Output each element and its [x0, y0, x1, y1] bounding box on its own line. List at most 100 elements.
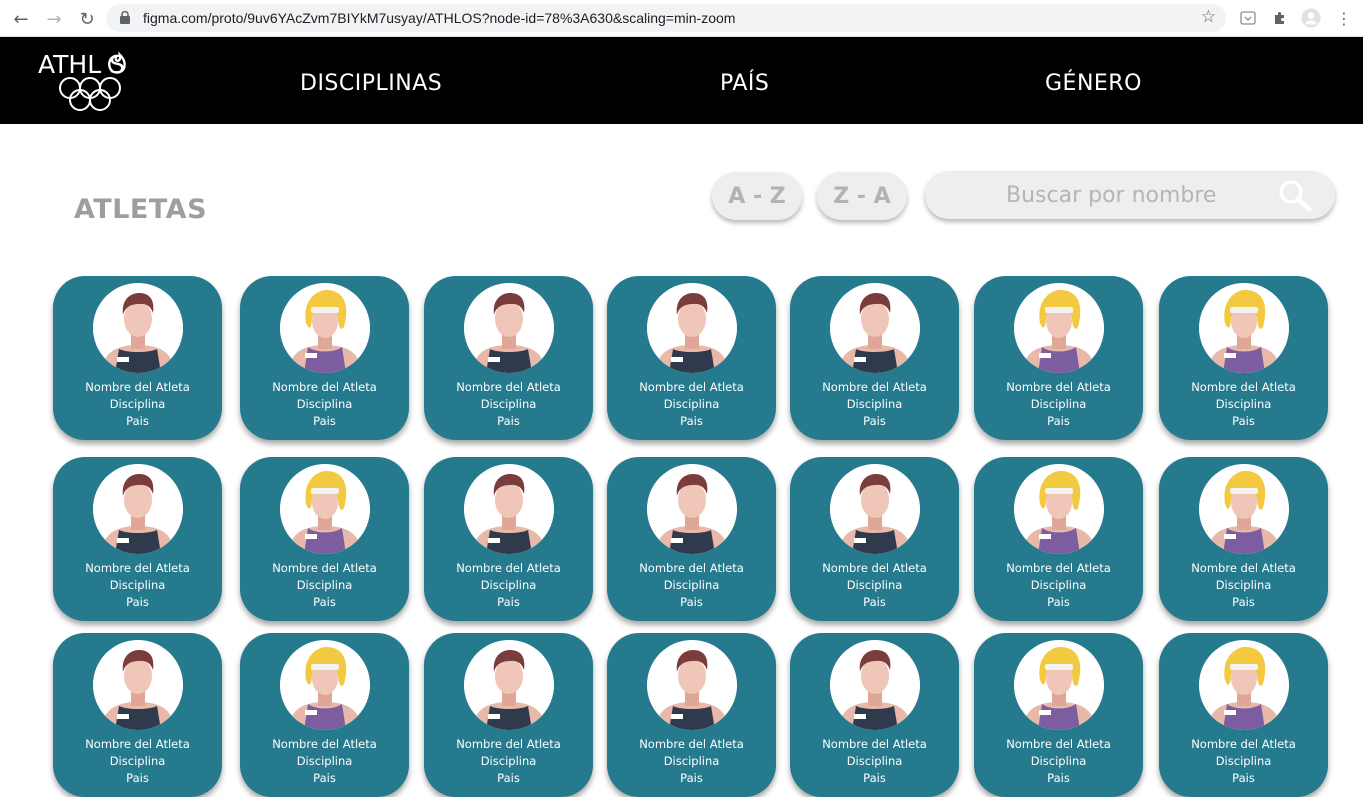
athlete-name: Nombre del Atleta [272, 380, 377, 394]
athlete-name: Nombre del Atleta [1006, 380, 1111, 394]
athlete-card[interactable]: Nombre del Atleta Disciplina Pais [53, 276, 222, 440]
athlete-name: Nombre del Atleta [1006, 737, 1111, 751]
athlete-country: Pais [680, 595, 703, 609]
male-athlete-avatar [647, 283, 737, 373]
athlete-country: Pais [126, 595, 149, 609]
athlete-country: Pais [313, 771, 336, 785]
athlete-name: Nombre del Atleta [456, 561, 561, 575]
athlete-name: Nombre del Atleta [1191, 561, 1296, 575]
athlete-country: Pais [1232, 414, 1255, 428]
athlete-country: Pais [1232, 771, 1255, 785]
athlete-discipline: Disciplina [296, 754, 353, 768]
athlete-discipline: Disciplina [846, 578, 903, 592]
male-athlete-avatar [830, 640, 920, 730]
athlete-card[interactable]: Nombre del Atleta Disciplina Pais [424, 276, 593, 440]
athlete-name: Nombre del Atleta [456, 380, 561, 394]
athlete-discipline: Disciplina [1030, 578, 1087, 592]
athlete-card[interactable]: Nombre del Atleta Disciplina Pais [607, 633, 776, 797]
athlete-name: Nombre del Atleta [85, 380, 190, 394]
athlete-name: Nombre del Atleta [1191, 737, 1296, 751]
athlete-discipline: Disciplina [663, 578, 720, 592]
female-athlete-avatar [1199, 640, 1289, 730]
athlete-name: Nombre del Atleta [822, 561, 927, 575]
athlete-discipline: Disciplina [1215, 754, 1272, 768]
athlete-country: Pais [497, 595, 520, 609]
female-athlete-avatar [1014, 283, 1104, 373]
athlete-name: Nombre del Atleta [1006, 561, 1111, 575]
athlete-discipline: Disciplina [109, 397, 166, 411]
female-athlete-avatar [1014, 464, 1104, 554]
athlete-discipline: Disciplina [1215, 578, 1272, 592]
athlete-country: Pais [1047, 414, 1070, 428]
athlete-name: Nombre del Atleta [272, 737, 377, 751]
athlete-card[interactable]: Nombre del Atleta Disciplina Pais [974, 457, 1143, 621]
athlete-name: Nombre del Atleta [639, 561, 744, 575]
athlete-card[interactable]: Nombre del Atleta Disciplina Pais [1159, 633, 1328, 797]
athlete-card[interactable]: Nombre del Atleta Disciplina Pais [1159, 276, 1328, 440]
athlete-name: Nombre del Atleta [456, 737, 561, 751]
athlete-name: Nombre del Atleta [85, 737, 190, 751]
athlete-country: Pais [1047, 595, 1070, 609]
athlete-card[interactable]: Nombre del Atleta Disciplina Pais [240, 457, 409, 621]
athlete-card[interactable]: Nombre del Atleta Disciplina Pais [240, 633, 409, 797]
athlete-card[interactable]: Nombre del Atleta Disciplina Pais [53, 633, 222, 797]
male-athlete-avatar [647, 640, 737, 730]
athlete-discipline: Disciplina [109, 754, 166, 768]
athlete-country: Pais [680, 414, 703, 428]
athlete-discipline: Disciplina [480, 397, 537, 411]
male-athlete-avatar [93, 464, 183, 554]
athlete-card[interactable]: Nombre del Atleta Disciplina Pais [53, 457, 222, 621]
male-athlete-avatar [464, 640, 554, 730]
athlete-country: Pais [313, 414, 336, 428]
athlete-name: Nombre del Atleta [272, 561, 377, 575]
athlete-country: Pais [126, 771, 149, 785]
male-athlete-avatar [464, 464, 554, 554]
athlete-card[interactable]: Nombre del Atleta Disciplina Pais [790, 633, 959, 797]
male-athlete-avatar [464, 283, 554, 373]
athlete-card[interactable]: Nombre del Atleta Disciplina Pais [424, 457, 593, 621]
female-athlete-avatar [1199, 464, 1289, 554]
athlete-discipline: Disciplina [480, 754, 537, 768]
athlete-grid: Nombre del Atleta Disciplina Pais Nombre de… [0, 0, 1363, 797]
athlete-discipline: Disciplina [296, 578, 353, 592]
female-athlete-avatar [280, 640, 370, 730]
athlete-country: Pais [126, 414, 149, 428]
athlete-discipline: Disciplina [663, 754, 720, 768]
female-athlete-avatar [280, 283, 370, 373]
athlete-country: Pais [863, 771, 886, 785]
athlete-discipline: Disciplina [846, 397, 903, 411]
male-athlete-avatar [93, 283, 183, 373]
athlete-country: Pais [313, 595, 336, 609]
athlete-card[interactable]: Nombre del Atleta Disciplina Pais [240, 276, 409, 440]
athlete-card[interactable]: Nombre del Atleta Disciplina Pais [974, 276, 1143, 440]
athlete-card[interactable]: Nombre del Atleta Disciplina Pais [790, 457, 959, 621]
athlete-country: Pais [863, 414, 886, 428]
male-athlete-avatar [830, 464, 920, 554]
athlete-discipline: Disciplina [480, 578, 537, 592]
athlete-card[interactable]: Nombre del Atleta Disciplina Pais [607, 276, 776, 440]
athlete-discipline: Disciplina [109, 578, 166, 592]
athlete-discipline: Disciplina [846, 754, 903, 768]
athlete-name: Nombre del Atleta [639, 380, 744, 394]
athlete-card[interactable]: Nombre del Atleta Disciplina Pais [790, 276, 959, 440]
athlete-country: Pais [863, 595, 886, 609]
athlete-country: Pais [1232, 595, 1255, 609]
athlete-country: Pais [497, 414, 520, 428]
athlete-card[interactable]: Nombre del Atleta Disciplina Pais [607, 457, 776, 621]
athlete-name: Nombre del Atleta [1191, 380, 1296, 394]
athlete-card[interactable]: Nombre del Atleta Disciplina Pais [974, 633, 1143, 797]
male-athlete-avatar [647, 464, 737, 554]
athlete-discipline: Disciplina [296, 397, 353, 411]
male-athlete-avatar [93, 640, 183, 730]
athlete-card[interactable]: Nombre del Atleta Disciplina Pais [424, 633, 593, 797]
athlete-country: Pais [680, 771, 703, 785]
female-athlete-avatar [1014, 640, 1104, 730]
athlete-card[interactable]: Nombre del Atleta Disciplina Pais [1159, 457, 1328, 621]
female-athlete-avatar [1199, 283, 1289, 373]
athlete-discipline: Disciplina [1215, 397, 1272, 411]
male-athlete-avatar [830, 283, 920, 373]
athlete-discipline: Disciplina [1030, 397, 1087, 411]
athlete-country: Pais [1047, 771, 1070, 785]
female-athlete-avatar [280, 464, 370, 554]
athlete-name: Nombre del Atleta [85, 561, 190, 575]
